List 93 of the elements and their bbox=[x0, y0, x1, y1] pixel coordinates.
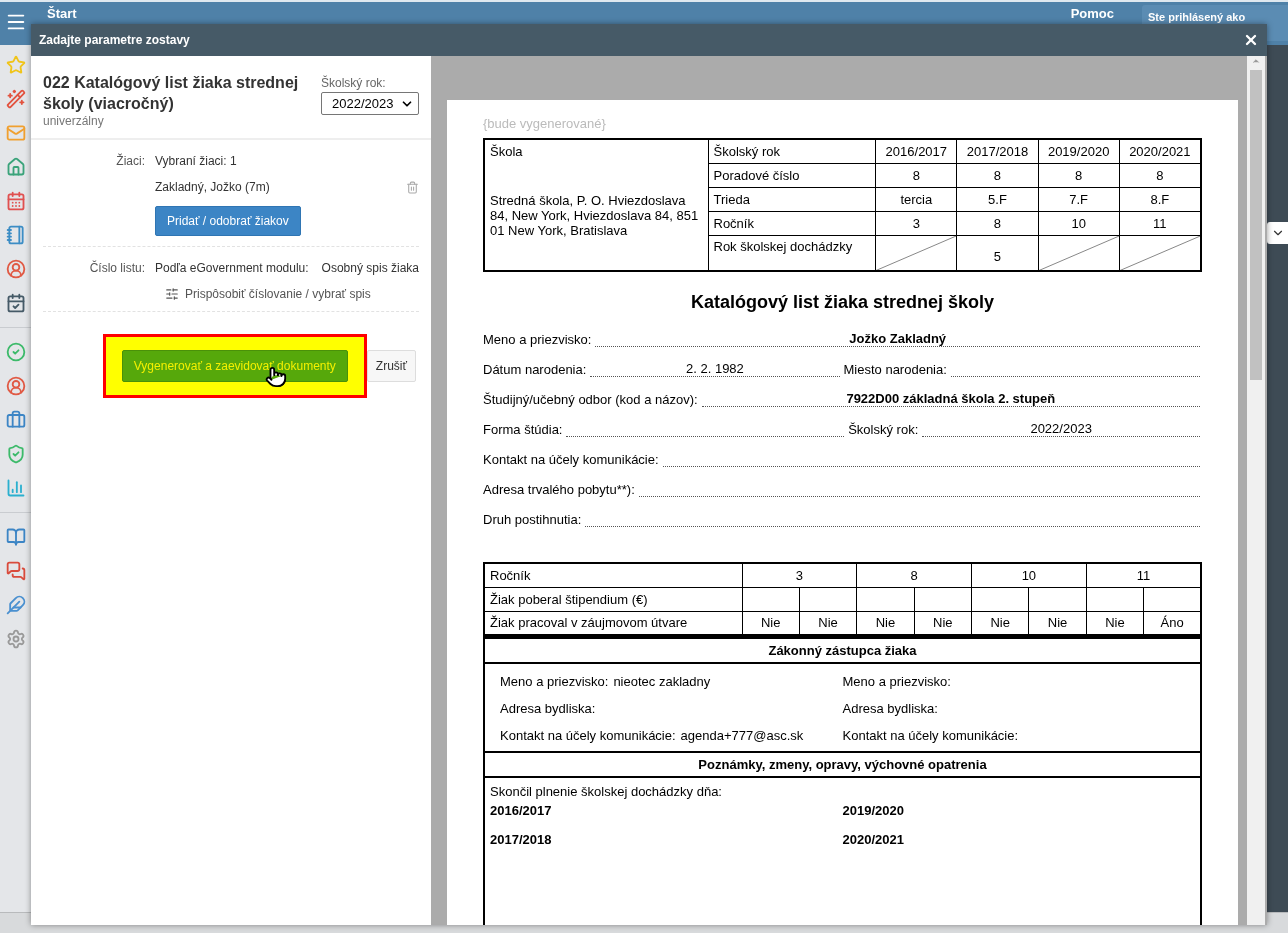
table-cell: 5.F bbox=[956, 187, 1039, 211]
field-label: Miesto narodenia: bbox=[843, 362, 947, 377]
table-cell: 2016/2017 bbox=[875, 139, 957, 163]
fill-in-line: Jožko Zakladný bbox=[595, 332, 1200, 347]
table-cell: Ročník bbox=[484, 563, 742, 587]
table-cell: Trieda bbox=[708, 187, 876, 211]
sliders-icon bbox=[165, 287, 179, 301]
document-title: Katalógový list žiaka strednej školy bbox=[689, 292, 996, 313]
delete-icon[interactable] bbox=[406, 180, 419, 194]
students-summary: Vybraní žiaci: 1 bbox=[155, 154, 238, 168]
book-icon[interactable] bbox=[5, 527, 26, 547]
caret-up-icon bbox=[1251, 56, 1261, 66]
field-value: nieotec zakladny bbox=[613, 674, 711, 689]
person-icon[interactable] bbox=[5, 259, 26, 279]
magic-wand-icon[interactable] bbox=[5, 89, 26, 109]
field-label: Kontakt na účely komunikácie: bbox=[483, 452, 659, 467]
school-year: 2017/2018 bbox=[490, 832, 553, 847]
table-cell: 3 bbox=[875, 211, 957, 235]
star-icon[interactable] bbox=[5, 55, 26, 75]
settings-icon[interactable] bbox=[5, 629, 26, 649]
house-icon[interactable] bbox=[5, 157, 26, 177]
feather-icon[interactable] bbox=[5, 595, 26, 615]
placeholder-text: {bude vygenerované} bbox=[483, 116, 607, 131]
section-title: Poznámky, zmeny, opravy, výchovné opatrenia bbox=[485, 753, 1200, 778]
year-label: Školský rok: bbox=[321, 76, 387, 90]
field-label: Školský rok: bbox=[848, 422, 919, 437]
field-label: Adresa bydliska: bbox=[842, 701, 938, 716]
close-button[interactable] bbox=[1243, 32, 1259, 48]
school-year: 2019/2020 bbox=[842, 803, 905, 818]
fill-in-line: 2. 2. 1982 bbox=[590, 362, 840, 377]
table-cell: 2019/2020 bbox=[1038, 139, 1120, 163]
table-cell: Poradové číslo bbox=[708, 163, 876, 187]
field-label: Druh postihnutia: bbox=[483, 512, 582, 527]
field-label: Meno a priezvisko: bbox=[483, 332, 592, 347]
field-label: Meno a priezvisko: bbox=[842, 674, 951, 689]
cancel-button[interactable]: Zrušiť bbox=[366, 350, 416, 382]
page-title: Štart bbox=[47, 6, 77, 21]
chat-icon[interactable] bbox=[5, 561, 26, 581]
calendar-icon[interactable] bbox=[5, 293, 26, 313]
field-label: Kontakt na účely komunikácie: bbox=[500, 728, 676, 743]
table-cell-text: Škola bbox=[490, 144, 524, 159]
fill-in-line: 7922D00 základná škola 2. stupeň bbox=[701, 392, 1200, 407]
field-label: Študijný/učebný odbor (kod a názov): bbox=[483, 392, 698, 407]
table-cell: 8 bbox=[956, 211, 1039, 235]
check-circle-icon[interactable] bbox=[5, 342, 26, 362]
table-cell: 8 bbox=[875, 163, 957, 187]
table-cell: 7.F bbox=[1038, 187, 1120, 211]
table-cell: Ročník bbox=[708, 211, 876, 235]
table-cell: 8 bbox=[956, 163, 1039, 187]
briefcase-icon[interactable] bbox=[5, 410, 26, 430]
field-label: Číslo listu: bbox=[88, 261, 145, 275]
scrollbar-thumb[interactable] bbox=[1250, 70, 1262, 380]
envelope-icon[interactable] bbox=[5, 123, 26, 143]
report-title: 022 Katalógový list žiaka strednej školy (viacročný) bbox=[43, 73, 300, 114]
table-cell: 2017/2018 bbox=[956, 139, 1039, 163]
field-label: Adresa trvalého pobytu**): bbox=[483, 482, 635, 497]
table-cell: Žiak poberal štipendium (€) bbox=[484, 587, 742, 611]
scrollbar-track[interactable] bbox=[1247, 56, 1265, 925]
section-title: Zákonný zástupca žiaka bbox=[485, 639, 1200, 664]
dialog-title: Zadajte parametre zostavy bbox=[39, 33, 190, 47]
table-cell: 8 bbox=[1038, 163, 1120, 187]
shield-icon[interactable] bbox=[5, 444, 26, 464]
select-field[interactable] bbox=[1267, 222, 1288, 244]
table-cell: 8 bbox=[856, 563, 972, 587]
notes-intro: Skončil plnenie školskej dochádzky dňa: bbox=[490, 784, 723, 799]
year-select[interactable]: 2022/2023 bbox=[321, 92, 419, 115]
school-year: 2016/2017 bbox=[490, 803, 553, 818]
table-cell: 3 bbox=[742, 563, 857, 587]
field-label: Forma štúdia: bbox=[483, 422, 563, 437]
field-label: Kontakt na účely komunikácie: bbox=[842, 728, 1019, 743]
generate-button[interactable]: Vygenerovať a zaevidovať dokumenty bbox=[121, 350, 348, 382]
field-label: Adresa bydliska: bbox=[500, 701, 596, 716]
table-cell: Školský rok bbox=[708, 139, 876, 163]
calendar-icon[interactable] bbox=[5, 191, 26, 211]
bar-chart-icon[interactable] bbox=[5, 478, 26, 498]
numbering-source: Podľa eGovernment modulu: bbox=[155, 261, 309, 275]
report-subtitle: univerzálny bbox=[43, 114, 105, 128]
field-label: Žiaci: bbox=[115, 154, 145, 168]
school-year: 2020/2021 bbox=[842, 832, 905, 847]
school-address: Stredná škola, P. O. Hviezdoslava 84, New York, Hviezdoslava 84, 851 01 New York, Bratislava bbox=[490, 193, 700, 238]
add-remove-students-button[interactable]: Pridať / odobrať žiakov bbox=[155, 206, 301, 236]
student-name: Zakladný, Jožko (7m) bbox=[155, 180, 270, 194]
table-cell: tercia bbox=[875, 187, 957, 211]
field-label: Dátum narodenia: bbox=[483, 362, 587, 377]
table-cell: 10 bbox=[971, 563, 1087, 587]
numbering-value: Osobný spis žiaka bbox=[321, 261, 419, 275]
field-label: Meno a priezvisko: bbox=[500, 674, 609, 689]
customize-numbering-link[interactable]: Prispôsobiť číslovanie / vybrať spis bbox=[155, 287, 419, 301]
notebook-icon[interactable] bbox=[5, 225, 26, 245]
field-value: agenda+777@asc.sk bbox=[680, 728, 804, 743]
table-cell: 10 bbox=[1038, 211, 1120, 235]
fill-in-line: 2022/2023 bbox=[922, 422, 1200, 437]
help-link[interactable]: Pomoc bbox=[1070, 6, 1142, 21]
